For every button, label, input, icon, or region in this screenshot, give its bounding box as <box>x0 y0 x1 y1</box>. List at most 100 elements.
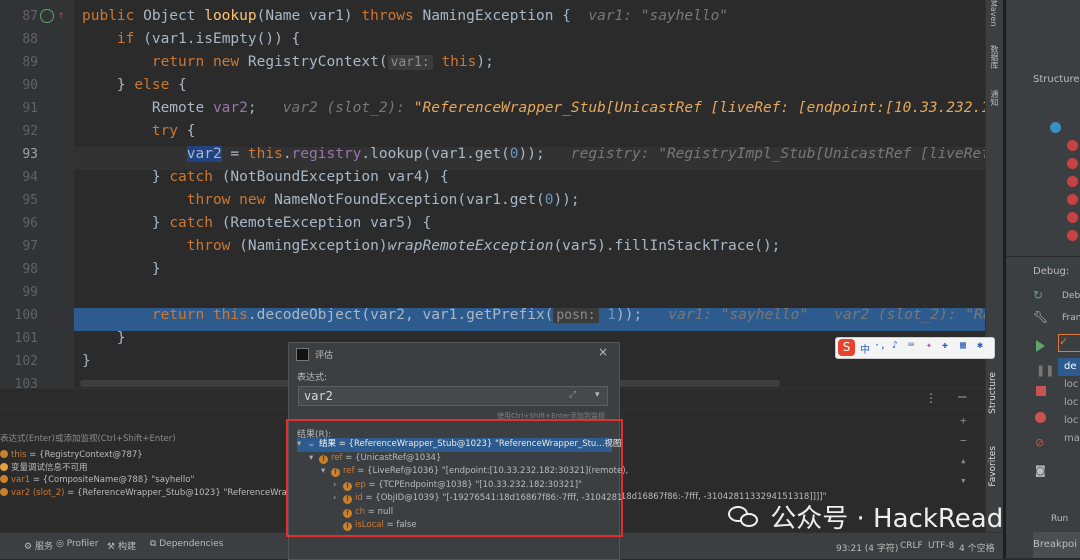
remove-watch-icon[interactable]: − <box>960 431 967 451</box>
view-breakpoints-icon[interactable] <box>1035 412 1046 423</box>
tree-row[interactable]: › f ep = {TCPEndpoint@1038} "[10.33.232.18… <box>297 479 612 493</box>
variable-row[interactable]: this = {RegistryContext@787} <box>0 449 316 462</box>
variable-row[interactable]: 变量调试信息不可用 <box>0 462 316 475</box>
run-tab[interactable]: Run <box>1051 514 1068 524</box>
frame-list[interactable]: de loc loc loc ma <box>1058 358 1080 448</box>
code-line[interactable]: throw new NameNotFoundException(var1.get… <box>82 189 580 212</box>
expand-arrow-icon[interactable]: › <box>333 479 343 493</box>
line-number[interactable]: 100 <box>0 308 38 323</box>
code-line[interactable]: try { <box>82 120 196 143</box>
close-icon[interactable]: × <box>598 345 608 359</box>
variable-row[interactable]: var2 (slot_2) = {ReferenceWrapper_Stub@1… <box>0 487 316 500</box>
line-number[interactable]: 92 <box>0 124 38 139</box>
dependencies-tab[interactable]: ⧉ Dependencies <box>150 539 223 549</box>
tree-row[interactable]: ▾ ∞ 结果 = {ReferenceWrapper_Stub@1023} "Ref… <box>297 438 621 452</box>
settings-icon[interactable]: 🔧︎ <box>1033 310 1048 324</box>
expand-arrow-icon[interactable]: › <box>333 492 343 506</box>
notifications-tab[interactable]: 通知 <box>989 90 1000 106</box>
debug-tab[interactable]: Deb <box>1062 291 1080 301</box>
code-line[interactable]: if (var1.isEmpty()) { <box>82 28 300 51</box>
evaluate-hint[interactable]: 表达式(Enter)或添加监视(Ctrl+Shift+Enter) <box>0 432 176 444</box>
expand-arrow-icon[interactable]: ▾ <box>309 452 319 466</box>
code-line[interactable]: } else { <box>82 74 187 97</box>
expand-arrow-icon[interactable]: ▾ <box>321 465 331 479</box>
favorites-side-tab[interactable]: Favorites <box>988 446 998 487</box>
build-tab[interactable]: ⚒︎ 构建 <box>107 539 136 552</box>
mic-icon[interactable]: ♪ <box>892 340 898 351</box>
variable-row[interactable]: var1 = {CompositeName@788} "sayhello" <box>0 474 316 487</box>
line-number[interactable]: 90 <box>0 78 38 93</box>
line-number[interactable]: 87 <box>0 9 38 24</box>
stop-icon[interactable] <box>1036 386 1046 396</box>
file-encoding[interactable]: UTF-8 <box>928 541 954 551</box>
code-line[interactable]: var2 = this.registry.lookup(var1.get(0))… <box>82 143 999 166</box>
indent-setting[interactable]: 4 个空格 <box>959 541 995 554</box>
line-number[interactable]: 99 <box>0 285 38 300</box>
add-watch-icon[interactable]: + <box>960 411 967 431</box>
cursor-position[interactable]: 93:21 (4 字符) <box>836 541 898 554</box>
line-number[interactable]: 89 <box>0 55 38 70</box>
code-line[interactable]: return new RegistryContext(var1: this); <box>82 51 494 74</box>
pause-icon[interactable]: ❚❚ <box>1036 364 1054 377</box>
code-line[interactable]: } catch (NotBoundException var4) { <box>82 166 449 189</box>
code-line[interactable]: throw (NamingException)wrapRemoteExcepti… <box>82 235 781 258</box>
line-number[interactable]: 95 <box>0 193 38 208</box>
camera-icon[interactable]: ◙ <box>1035 464 1046 477</box>
game-icon[interactable]: ✚ <box>942 340 948 351</box>
move-up-icon[interactable]: ▴ <box>960 451 967 471</box>
tree-row[interactable]: f ch = null <box>297 506 612 520</box>
frame-item[interactable]: ma <box>1058 430 1080 448</box>
minimize-icon[interactable]: – <box>958 389 966 405</box>
frame-item[interactable]: de <box>1058 358 1080 376</box>
code-line[interactable]: public Object lookup(Name var1) throws N… <box>82 5 728 28</box>
line-number[interactable]: 97 <box>0 239 38 254</box>
result-tree[interactable]: ▾ ∞ 结果 = {ReferenceWrapper_Stub@1023} "Ref… <box>297 438 628 533</box>
move-down-icon[interactable]: ▾ <box>960 471 967 491</box>
line-separator[interactable]: CRLF <box>900 541 923 551</box>
toolbox-icon[interactable]: ▦ <box>960 340 966 351</box>
line-number[interactable]: 88 <box>0 32 38 47</box>
ime-settings-icon[interactable]: ✱ <box>977 340 983 351</box>
tree-row[interactable]: ▾ f ref = {UnicastRef@1034} <box>297 452 612 466</box>
line-number[interactable]: 102 <box>0 354 38 369</box>
skin-icon[interactable]: ✦ <box>926 340 932 351</box>
keyboard-icon[interactable]: ⌨︎ <box>908 340 914 351</box>
structure-side-tab[interactable]: Structure <box>988 372 998 414</box>
line-number[interactable]: 94 <box>0 170 38 185</box>
line-number[interactable]: 101 <box>0 331 38 346</box>
line-number[interactable]: 93 <box>0 147 38 162</box>
frame-item[interactable]: loc <box>1058 394 1080 412</box>
database-tab[interactable]: 数据库 <box>989 45 1000 69</box>
mute-breakpoints-icon[interactable]: ⊘ <box>1035 436 1044 449</box>
resume-icon[interactable] <box>1036 340 1045 352</box>
frames-tab[interactable]: Fran <box>1062 313 1080 323</box>
frame-item[interactable]: loc <box>1058 376 1080 394</box>
profiler-tab[interactable]: ◎ Profiler <box>56 539 98 549</box>
line-number[interactable]: 98 <box>0 262 38 277</box>
punctuation-icon[interactable]: ·, <box>874 340 886 351</box>
tree-row[interactable]: ▾ f ref = {LiveRef@1036} "[endpoint:[10.33… <box>297 465 628 479</box>
tree-row[interactable]: f isLocal = false <box>297 519 612 533</box>
code-line[interactable]: } catch (RemoteException var5) { <box>82 212 431 235</box>
code-line[interactable]: } <box>82 350 91 373</box>
thread-selector[interactable]: ✓ <box>1058 334 1080 352</box>
more-options-icon[interactable]: ⋮ <box>925 391 937 405</box>
code-line[interactable]: } <box>82 327 126 350</box>
history-dropdown-icon[interactable]: ▾ <box>595 390 600 400</box>
code-line[interactable]: } <box>82 258 161 281</box>
expand-icon[interactable]: ⤢ <box>569 390 576 400</box>
breakpoints-tab[interactable]: Breakpoi <box>1033 532 1080 558</box>
frame-item[interactable]: loc <box>1058 412 1080 430</box>
line-number[interactable]: 96 <box>0 216 38 231</box>
maven-tab[interactable]: Maven <box>989 0 998 27</box>
expand-arrow-icon[interactable]: ▾ <box>297 438 307 452</box>
rerun-icon[interactable]: ↻ <box>1033 288 1043 302</box>
expression-input[interactable]: var2 ⤢ ▾ <box>298 386 608 406</box>
code-line[interactable]: Remote var2; var2 (slot_2): "ReferenceWr… <box>82 97 999 120</box>
line-number[interactable]: 91 <box>0 101 38 116</box>
chinese-mode-icon[interactable]: 中 <box>860 341 870 356</box>
code-editor[interactable]: 87 88 89 90 91 92 93 94 95 96 97 98 99 100 101 102 103 ↑… <box>0 0 1000 392</box>
tree-row[interactable]: › f id = {ObjID@1039} "[-19276541:18d16867… <box>297 492 622 506</box>
code-line[interactable]: return this.decodeObject(var2, var1.getP… <box>82 304 1000 327</box>
services-tab[interactable]: ⚙︎ 服务 <box>24 539 53 552</box>
